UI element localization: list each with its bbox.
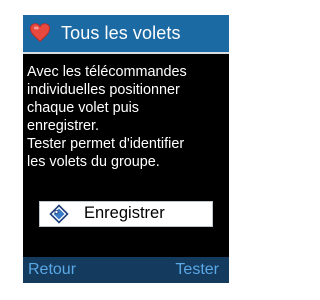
instruction-line: les volets du groupe.	[27, 154, 160, 170]
instruction-line: Tester permet d'identifier	[27, 136, 185, 152]
instruction-text: Avec les télécommandes individuelles pos…	[27, 63, 227, 171]
device-screen: Tous les volets Avec les télécommandes i…	[23, 15, 229, 283]
header-bar: Tous les volets	[23, 15, 229, 54]
instruction-line: individuelles positionner	[27, 82, 180, 98]
heart-icon	[29, 22, 51, 44]
instruction-line: Avec les télécommandes	[27, 64, 187, 80]
back-button[interactable]: Retour	[28, 261, 76, 279]
tag-icon	[49, 204, 69, 224]
record-button[interactable]: Enregistrer	[39, 201, 213, 227]
footer-bar: Retour Tester	[23, 257, 229, 283]
page-title: Tous les volets	[61, 23, 181, 43]
record-button-label: Enregistrer	[84, 204, 165, 222]
instruction-line: enregistrer.	[27, 118, 99, 134]
instruction-line: chaque volet puis	[27, 100, 140, 116]
test-button[interactable]: Tester	[175, 261, 219, 279]
